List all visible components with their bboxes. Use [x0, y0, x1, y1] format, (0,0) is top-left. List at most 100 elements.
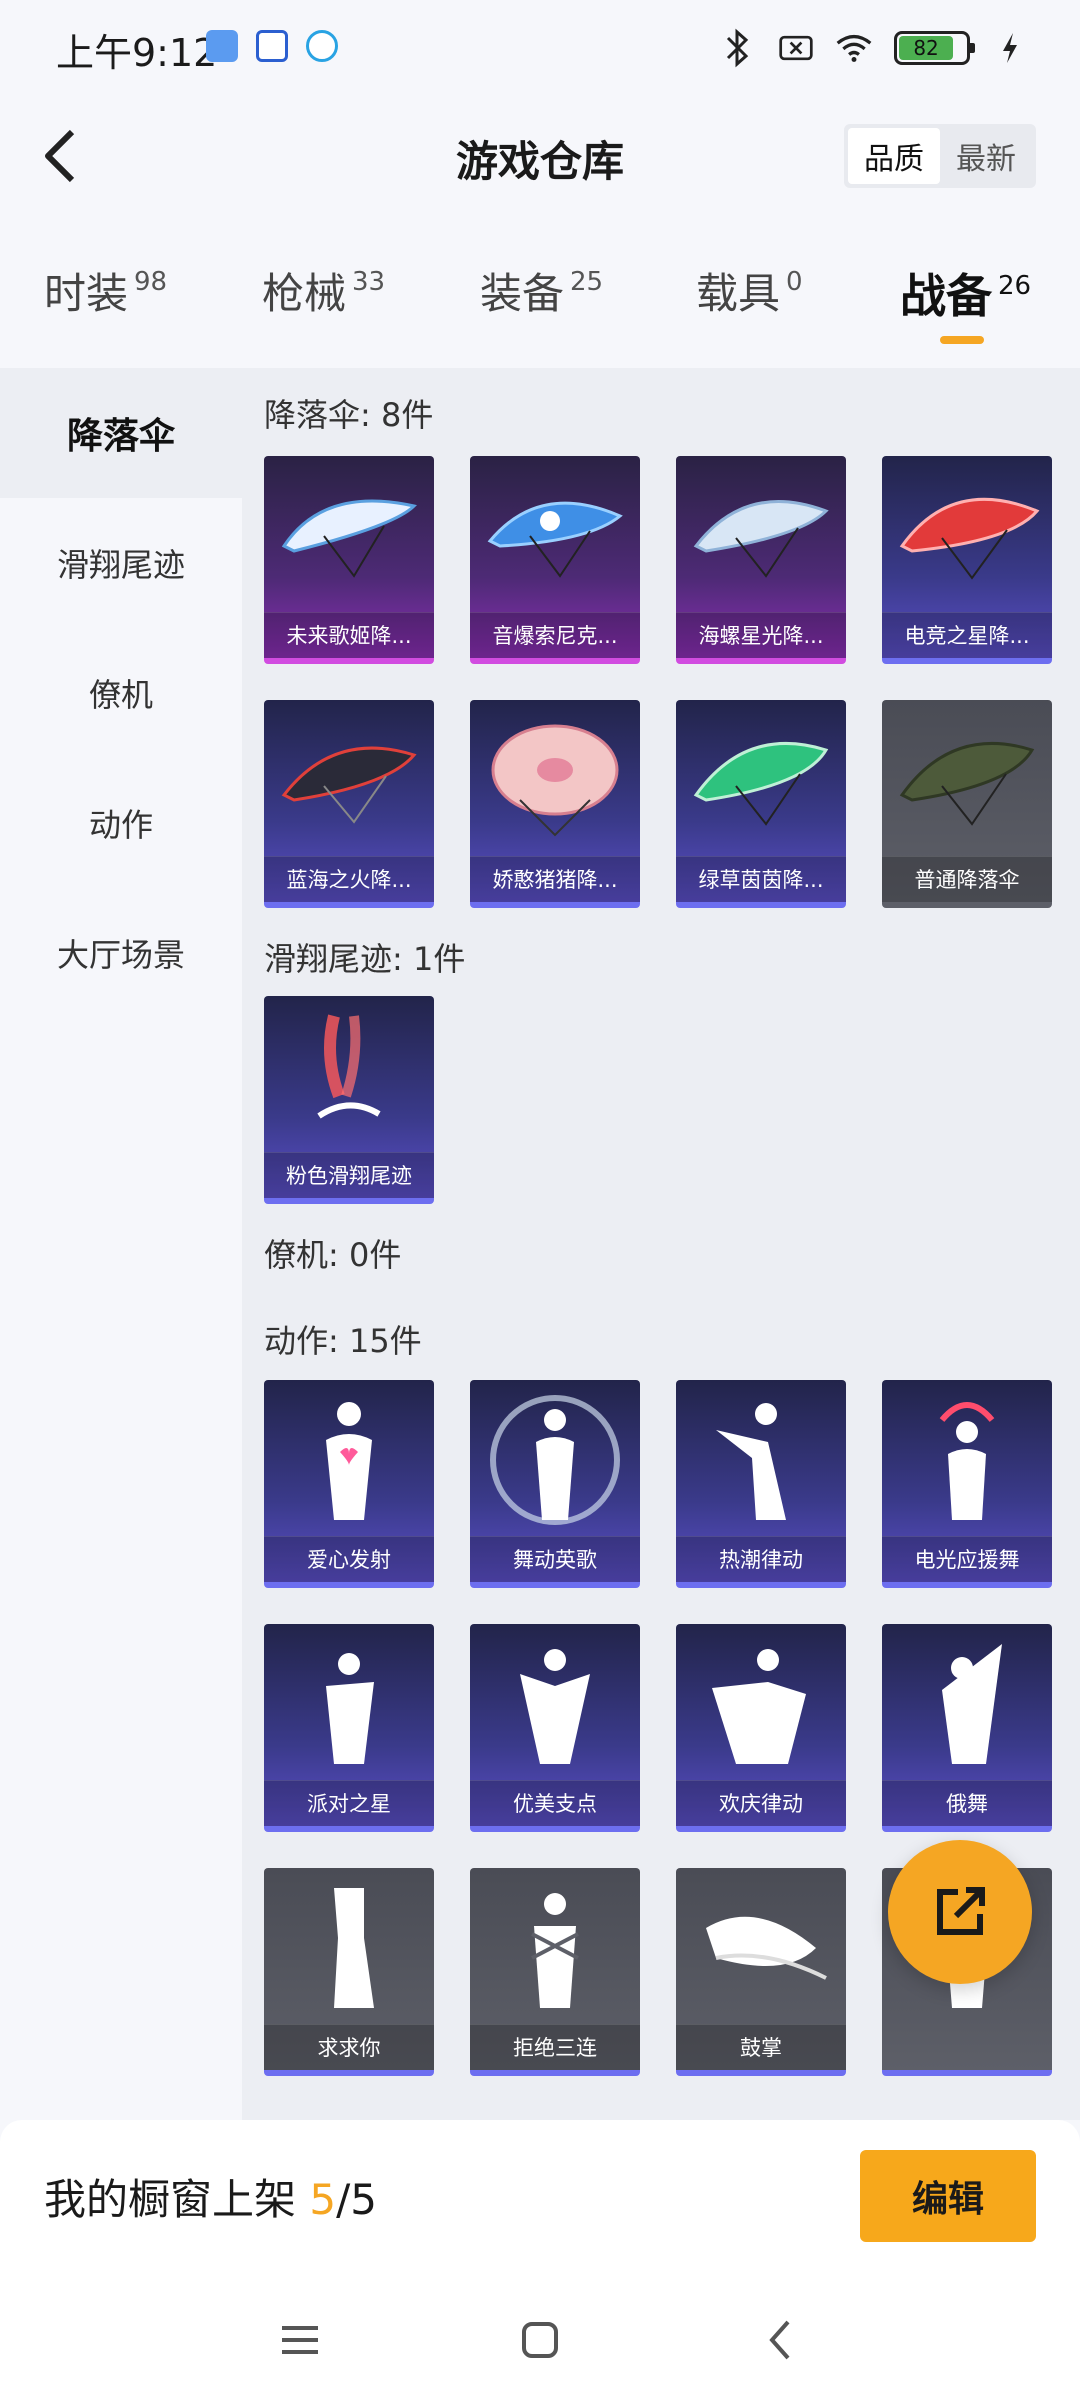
emote-figure-icon [490, 1395, 620, 1525]
item-card[interactable]: 派对之星 [264, 1624, 434, 1832]
edit-button[interactable]: 编辑 [860, 2150, 1036, 2242]
tab-fashion[interactable]: 时装 98 [44, 260, 167, 350]
item-name: 普通降落伞 [882, 856, 1052, 902]
tab-battle-prep[interactable]: 战备 26 [900, 260, 1031, 350]
item-card[interactable]: 电光应援舞 [882, 1380, 1052, 1588]
sidebar-item-emote[interactable]: 动作 [0, 758, 242, 888]
item-name: 娇憨猪猪降... [470, 856, 640, 902]
emote-figure-icon [334, 1888, 374, 2008]
item-name: 俄舞 [882, 1780, 1052, 1826]
tab-count: 25 [570, 267, 604, 297]
item-card[interactable]: 欢庆律动 [676, 1624, 846, 1832]
wifi-icon [836, 30, 872, 66]
tab-vehicles[interactable]: 载具 0 [696, 260, 803, 350]
item-card[interactable]: 娇憨猪猪降... [470, 700, 640, 908]
item-name: 绿草茵茵降... [676, 856, 846, 902]
home-button[interactable] [510, 2310, 570, 2370]
sort-quality-button[interactable]: 品质 [848, 128, 940, 184]
tab-equipment[interactable]: 装备 25 [480, 260, 603, 350]
item-card[interactable]: 求求你 [264, 1868, 434, 2076]
tab-count: 26 [998, 271, 1032, 301]
emote-figure-icon [531, 1893, 579, 2008]
item-card[interactable]: 舞动英歌 [470, 1380, 640, 1588]
sort-toggle: 品质 最新 [844, 124, 1036, 188]
charging-icon [992, 30, 1028, 66]
parachute-icon [693, 500, 829, 578]
battery-level: 82 [899, 36, 954, 60]
item-card[interactable]: 蓝海之火降... [264, 700, 434, 908]
share-out-icon [937, 1887, 985, 1935]
share-button[interactable] [888, 1840, 1032, 1984]
section-title-emote: 动作: 15件 [264, 1322, 422, 1360]
category-tabs: 时装 98 枪械 33 装备 25 载具 0 战备 26 [0, 250, 1080, 360]
item-card[interactable]: 热潮律动 [676, 1380, 846, 1588]
tab-label: 枪械 [262, 269, 347, 318]
menu-icon [282, 2326, 318, 2354]
sort-latest-button[interactable]: 最新 [940, 128, 1032, 184]
item-name: 爱心发射 [264, 1536, 434, 1582]
sim-off-icon [778, 30, 814, 66]
item-name: 优美支点 [470, 1780, 640, 1826]
section-title-wingman: 僚机: 0件 [264, 1236, 402, 1274]
item-name: 蓝海之火降... [264, 856, 434, 902]
emote-figure-icon [712, 1649, 806, 1764]
emote-figure-icon [520, 1649, 590, 1764]
emote-figure-icon [326, 1653, 374, 1764]
section-title-trail: 滑翔尾迹: 1件 [264, 940, 466, 978]
sidebar-item-lobby-scene[interactable]: 大厅场景 [0, 888, 242, 1018]
tab-label: 载具 [696, 269, 781, 318]
item-name: 海螺星光降... [676, 612, 846, 658]
trail-icon [317, 1014, 381, 1119]
nav-back-button[interactable] [750, 2310, 810, 2370]
item-card[interactable]: 音爆索尼克... [470, 456, 640, 664]
sidebar: 降落伞 滑翔尾迹 僚机 动作 大厅场景 [0, 368, 242, 2120]
showcase-current-count: 5 [309, 2175, 337, 2224]
header: 游戏仓库 品质 最新 [0, 96, 1080, 216]
item-card[interactable]: 电竞之星降... [882, 456, 1052, 664]
parachute-icon [281, 499, 417, 578]
item-card[interactable]: 俄舞 [882, 1624, 1052, 1832]
sidebar-item-wingman[interactable]: 僚机 [0, 628, 242, 758]
item-name: 电光应援舞 [882, 1536, 1052, 1582]
item-card[interactable]: 未来歌姬降... [264, 456, 434, 664]
nav-back-icon [769, 2320, 790, 2360]
emote-figure-icon [716, 1403, 786, 1520]
item-card[interactable]: 普通降落伞 [882, 700, 1052, 908]
tab-guns[interactable]: 枪械 33 [262, 260, 385, 350]
section-title-parachute: 降落伞: 8件 [264, 396, 434, 434]
item-name: 欢庆律动 [676, 1780, 846, 1826]
parachute-icon [899, 742, 1035, 826]
item-card[interactable]: 绿草茵茵降... [676, 700, 846, 908]
parachute-icon [281, 746, 417, 824]
tab-count: 0 [786, 267, 803, 297]
item-card[interactable]: 优美支点 [470, 1624, 640, 1832]
system-nav-bar [0, 2280, 1080, 2400]
emote-figure-icon [326, 1402, 372, 1520]
item-card[interactable]: 海螺星光降... [676, 456, 846, 664]
clap-hands-icon [706, 1916, 827, 1980]
showcase-label: 我的橱窗上架 [44, 2175, 297, 2224]
item-name: 未来歌姬降... [264, 612, 434, 658]
battery-icon: 82 [894, 31, 975, 65]
tab-count: 98 [134, 267, 168, 297]
parachute-icon [487, 501, 623, 578]
showcase-bar: 我的橱窗上架 5/5 编辑 [0, 2120, 1080, 2280]
status-time: 上午9:12 [56, 31, 218, 75]
item-card[interactable]: 爱心发射 [264, 1380, 434, 1588]
sidebar-item-parachute[interactable]: 降落伞 [0, 368, 242, 498]
status-bar: 上午9:12 82 [0, 0, 1080, 96]
sidebar-item-trail[interactable]: 滑翔尾迹 [0, 498, 242, 628]
item-card[interactable]: 粉色滑翔尾迹 [264, 996, 434, 1204]
showcase-total-count: /5 [336, 2175, 377, 2224]
tab-label: 装备 [480, 269, 565, 318]
item-card[interactable]: 鼓掌 [676, 1868, 846, 2076]
item-card[interactable]: 拒绝三连 [470, 1868, 640, 2076]
item-name: 电竞之星降... [882, 612, 1052, 658]
home-icon [522, 2322, 558, 2358]
app-notification-icon [256, 30, 288, 62]
emote-figure-icon [942, 1644, 1002, 1764]
item-name: 粉色滑翔尾迹 [264, 1152, 434, 1198]
tab-active-indicator [940, 336, 984, 344]
emote-figure-icon [939, 1402, 995, 1520]
recent-apps-button[interactable] [270, 2310, 330, 2370]
